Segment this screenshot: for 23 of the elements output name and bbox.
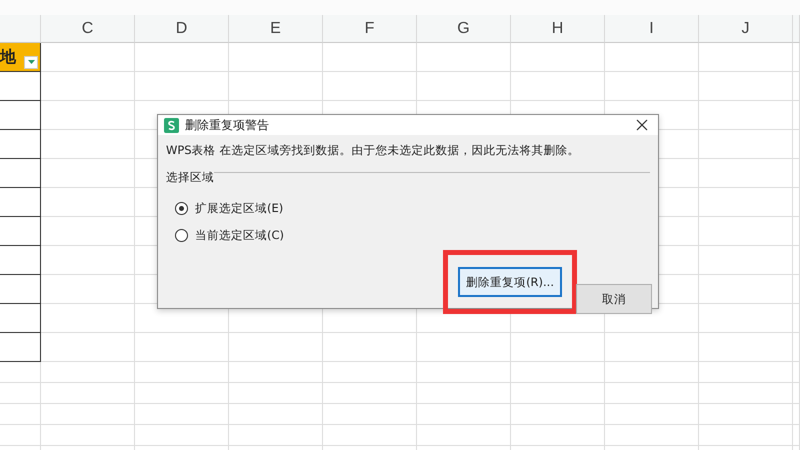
column-header[interactable]: J bbox=[699, 15, 793, 43]
column-header[interactable]: D bbox=[135, 15, 229, 43]
column-header[interactable]: H bbox=[511, 15, 605, 43]
table-cell bbox=[0, 404, 41, 425]
radio-option[interactable]: 扩展选定区域(E) bbox=[175, 195, 650, 222]
table-cell bbox=[0, 425, 41, 446]
close-icon bbox=[636, 119, 648, 131]
remove-duplicates-button[interactable]: 删除重复项(R)... bbox=[458, 267, 562, 297]
column-header[interactable]: G bbox=[417, 15, 511, 43]
column-header[interactable]: I bbox=[605, 15, 699, 43]
radio-option[interactable]: 当前选定区域(C) bbox=[175, 222, 650, 249]
group-label: 选择区域 bbox=[166, 170, 214, 185]
column-header[interactable]: C bbox=[41, 15, 135, 43]
cancel-button[interactable]: 取消 bbox=[576, 284, 652, 314]
table-cell bbox=[0, 383, 41, 404]
filter-dropdown[interactable] bbox=[24, 56, 38, 69]
column-header[interactable]: F bbox=[323, 15, 417, 43]
table-cell bbox=[0, 362, 41, 383]
dialog-title: 删除重复项警告 bbox=[185, 116, 270, 134]
caret-icon bbox=[28, 60, 34, 65]
column-header[interactable]: E bbox=[229, 15, 323, 43]
app-logo-icon bbox=[164, 118, 179, 132]
warning-message: WPS表格 在选定区域旁找到数据。由于您未选定此数据，因此无法将其删除。 bbox=[166, 143, 580, 158]
